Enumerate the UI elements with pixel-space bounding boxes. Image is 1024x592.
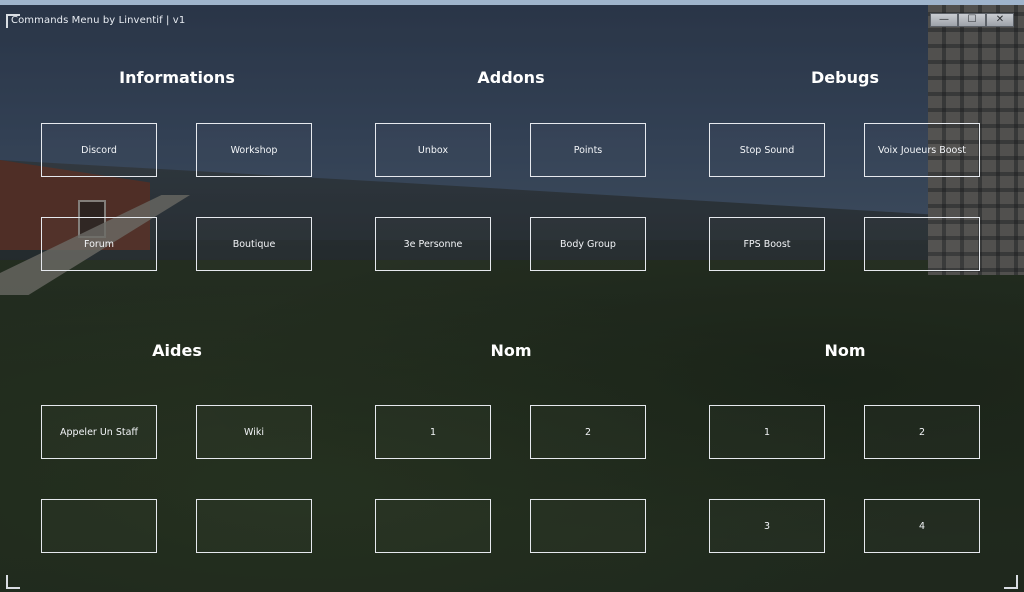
section-title-informations: Informations bbox=[119, 68, 235, 87]
close-button[interactable]: ✕ bbox=[986, 13, 1014, 27]
boutique-button[interactable]: Boutique bbox=[196, 217, 312, 271]
commands-menu-window: Commands Menu by Linventif | v1 — ☐ ✕ In… bbox=[0, 0, 1024, 592]
call-staff-button[interactable]: Appeler Un Staff bbox=[41, 405, 157, 459]
nom-right-button-3[interactable]: 3 bbox=[709, 499, 825, 553]
window-controls: — ☐ ✕ bbox=[930, 13, 1016, 29]
resize-grip-icon[interactable] bbox=[1004, 575, 1018, 589]
nom-button-2[interactable]: 2 bbox=[530, 405, 646, 459]
section-title-nom: Nom bbox=[490, 341, 532, 360]
title-bar[interactable]: Commands Menu by Linventif | v1 — ☐ ✕ bbox=[0, 10, 1024, 32]
workshop-button[interactable]: Workshop bbox=[196, 123, 312, 177]
empty-nom-button[interactable] bbox=[375, 499, 491, 553]
corner-bracket-icon bbox=[6, 575, 20, 589]
nom-right-button-1[interactable]: 1 bbox=[709, 405, 825, 459]
nom-button-1[interactable]: 1 bbox=[375, 405, 491, 459]
section-title-debugs: Debugs bbox=[811, 68, 879, 87]
wiki-button[interactable]: Wiki bbox=[196, 405, 312, 459]
corner-bracket-icon bbox=[6, 14, 20, 28]
nom-right-button-4[interactable]: 4 bbox=[864, 499, 980, 553]
forum-button[interactable]: Forum bbox=[41, 217, 157, 271]
empty-aides-button[interactable] bbox=[196, 499, 312, 553]
unbox-button[interactable]: Unbox bbox=[375, 123, 491, 177]
empty-debug-button[interactable] bbox=[864, 217, 980, 271]
fps-boost-button[interactable]: FPS Boost bbox=[709, 217, 825, 271]
empty-aides-button[interactable] bbox=[41, 499, 157, 553]
third-person-button[interactable]: 3e Personne bbox=[375, 217, 491, 271]
stop-sound-button[interactable]: Stop Sound bbox=[709, 123, 825, 177]
discord-button[interactable]: Discord bbox=[41, 123, 157, 177]
maximize-button[interactable]: ☐ bbox=[958, 13, 986, 27]
empty-nom-button[interactable] bbox=[530, 499, 646, 553]
window-title: Commands Menu by Linventif | v1 bbox=[11, 15, 186, 26]
nom-right-button-2[interactable]: 2 bbox=[864, 405, 980, 459]
section-title-aides: Aides bbox=[152, 341, 202, 360]
section-title-addons: Addons bbox=[477, 68, 545, 87]
section-title-nom-right: Nom bbox=[824, 341, 866, 360]
points-button[interactable]: Points bbox=[530, 123, 646, 177]
voice-boost-button[interactable]: Voix Joueurs Boost bbox=[864, 123, 980, 177]
minimize-button[interactable]: — bbox=[930, 13, 958, 27]
body-group-button[interactable]: Body Group bbox=[530, 217, 646, 271]
